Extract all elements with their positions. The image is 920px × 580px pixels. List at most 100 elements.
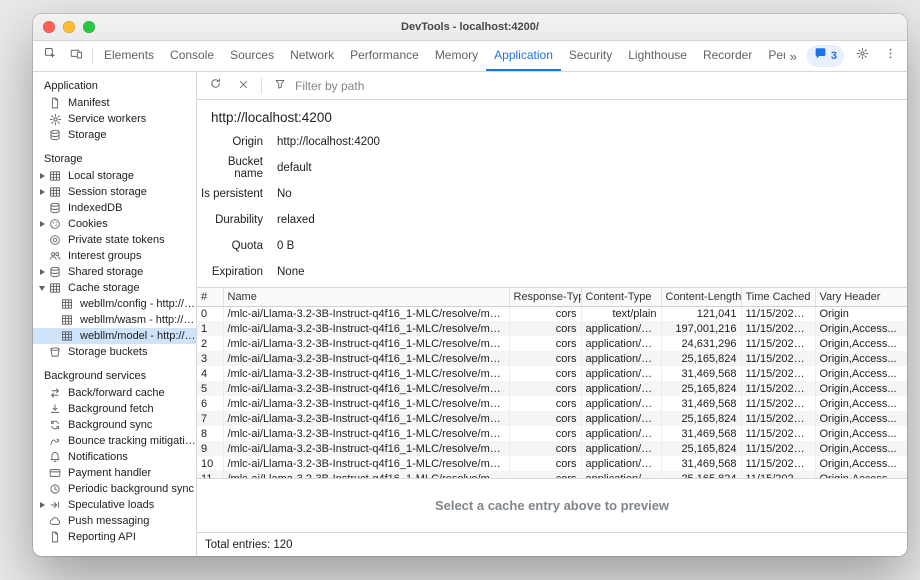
sidebar-item-session-storage[interactable]: Session storage — [33, 184, 196, 200]
cache-entry-row[interactable]: 4/mlc-ai/Llama-3.2-3B-Instruct-q4f16_1-M… — [197, 366, 907, 381]
column-header-name[interactable]: Name — [223, 288, 509, 306]
sidebar-section-title: Background services — [33, 367, 196, 385]
sidebar-item-label: IndexedDB — [68, 202, 122, 214]
cache-entry-row[interactable]: 3/mlc-ai/Llama-3.2-3B-Instruct-q4f16_1-M… — [197, 351, 907, 366]
tab-application[interactable]: Application — [486, 41, 561, 71]
speculative-icon — [47, 499, 63, 511]
tab-lighthouse[interactable]: Lighthouse — [620, 41, 695, 71]
sidebar-item-cache-storage[interactable]: Cache storage — [33, 280, 196, 296]
cache-entries-table-wrap[interactable]: #NameResponse-TypeContent-TypeContent-Le… — [197, 287, 907, 479]
tab-sources[interactable]: Sources — [222, 41, 282, 71]
sidebar-item-shared-storage[interactable]: Shared storage — [33, 264, 196, 280]
delete-selected-button[interactable] — [230, 74, 256, 98]
tab-performance-insights[interactable]: Performance insights — [760, 41, 784, 71]
cache-panel-body: http://localhost:4200 Originhttp://local… — [197, 100, 907, 532]
fetch-icon — [47, 403, 63, 415]
cache-entry-row[interactable]: 7/mlc-ai/Llama-3.2-3B-Instruct-q4f16_1-M… — [197, 411, 907, 426]
refresh-button[interactable] — [202, 74, 228, 98]
device-toolbar-button[interactable] — [63, 44, 89, 68]
zoom-window-button[interactable] — [83, 21, 95, 33]
sidebar-item-cookies[interactable]: Cookies — [33, 216, 196, 232]
tab-console[interactable]: Console — [162, 41, 222, 71]
bounce-icon — [47, 435, 63, 447]
cache-entry-row[interactable]: 10/mlc-ai/Llama-3.2-3B-Instruct-q4f16_1-… — [197, 456, 907, 471]
cell-content-length: 31,469,568 — [661, 366, 741, 381]
cache-entry-row[interactable]: 1/mlc-ai/Llama-3.2-3B-Instruct-q4f16_1-M… — [197, 321, 907, 336]
sidebar-item-webllm-wasm-http-loca[interactable]: webllm/wasm - http://loca... — [33, 312, 196, 328]
sidebar-item-webllm-config-http-loc[interactable]: webllm/config - http://loc... — [33, 296, 196, 312]
expander-right-icon[interactable] — [37, 189, 47, 195]
meta-label: Bucket name — [197, 156, 263, 180]
sidebar-item-push-messaging[interactable]: Push messaging — [33, 513, 196, 529]
panel-tabs: ElementsConsoleSourcesNetworkPerformance… — [96, 41, 785, 71]
sidebar-item-webllm-model-http-loc[interactable]: webllm/model - http://loc... — [33, 328, 196, 344]
cell-response-type: cors — [509, 471, 581, 479]
cell-content-length: 31,469,568 — [661, 426, 741, 441]
tab-memory[interactable]: Memory — [427, 41, 486, 71]
sidebar-item-background-fetch[interactable]: Background fetch — [33, 401, 196, 417]
sidebar-item-background-sync[interactable]: Background sync — [33, 417, 196, 433]
menu-button[interactable] — [877, 44, 903, 68]
sidebar-item-indexeddb[interactable]: IndexedDB — [33, 200, 196, 216]
sidebar-item-back-forward-cache[interactable]: Back/forward cache — [33, 385, 196, 401]
expander-right-icon[interactable] — [37, 269, 47, 275]
expander-down-icon[interactable] — [37, 286, 47, 291]
cache-entry-row[interactable]: 11/mlc-ai/Llama-3.2-3B-Instruct-q4f16_1-… — [197, 471, 907, 479]
column-header-response-type[interactable]: Response-Type — [509, 288, 581, 306]
column-header-index[interactable]: # — [197, 288, 223, 306]
settings-button[interactable] — [849, 44, 875, 68]
tab-performance[interactable]: Performance — [342, 41, 427, 71]
sidebar-item-local-storage[interactable]: Local storage — [33, 168, 196, 184]
sidebar-item-label: Reporting API — [68, 531, 136, 543]
sidebar-item-label: webllm/config - http://loc... — [80, 298, 196, 310]
bucket-icon — [47, 346, 63, 358]
cell-name: /mlc-ai/Llama-3.2-3B-Instruct-q4f16_1-ML… — [223, 336, 509, 351]
cell-time-cached: 11/15/2024, 10... — [741, 426, 815, 441]
cell-content-type: application/oc... — [581, 396, 661, 411]
cache-entry-row[interactable]: 5/mlc-ai/Llama-3.2-3B-Instruct-q4f16_1-M… — [197, 381, 907, 396]
sidebar-item-service-workers[interactable]: Service workers — [33, 111, 196, 127]
column-header-content-length[interactable]: Content-Length — [661, 288, 741, 306]
cache-entries-table: #NameResponse-TypeContent-TypeContent-Le… — [197, 288, 907, 479]
sidebar-item-reporting-api[interactable]: Reporting API — [33, 529, 196, 545]
grid-icon — [59, 298, 75, 310]
sidebar-item-label: webllm/wasm - http://loca... — [80, 314, 196, 326]
column-header-vary-header[interactable]: Vary Header — [815, 288, 907, 306]
cache-entry-row[interactable]: 2/mlc-ai/Llama-3.2-3B-Instruct-q4f16_1-M… — [197, 336, 907, 351]
sync-icon — [47, 419, 63, 431]
sidebar-item-manifest[interactable]: Manifest — [33, 95, 196, 111]
tab-label: Recorder — [703, 48, 752, 62]
filter-input[interactable] — [295, 79, 515, 93]
cell-name: /mlc-ai/Llama-3.2-3B-Instruct-q4f16_1-ML… — [223, 381, 509, 396]
tab-security[interactable]: Security — [561, 41, 620, 71]
sidebar-item-private-state-tokens[interactable]: Private state tokens — [33, 232, 196, 248]
sidebar-item-payment-handler[interactable]: Payment handler — [33, 465, 196, 481]
column-header-content-type[interactable]: Content-Type — [581, 288, 661, 306]
cache-entry-row[interactable]: 6/mlc-ai/Llama-3.2-3B-Instruct-q4f16_1-M… — [197, 396, 907, 411]
sidebar-item-interest-groups[interactable]: Interest groups — [33, 248, 196, 264]
sidebar-item-bounce-tracking-mitigations[interactable]: Bounce tracking mitigations — [33, 433, 196, 449]
close-window-button[interactable] — [43, 21, 55, 33]
inspect-element-button[interactable] — [37, 44, 63, 68]
sidebar-item-periodic-background-sync[interactable]: Periodic background sync — [33, 481, 196, 497]
cache-entry-row[interactable]: 9/mlc-ai/Llama-3.2-3B-Instruct-q4f16_1-M… — [197, 441, 907, 456]
inspect-icon — [44, 47, 57, 65]
expander-right-icon[interactable] — [37, 221, 47, 227]
minimize-window-button[interactable] — [63, 21, 75, 33]
sidebar-item-storage[interactable]: Storage — [33, 127, 196, 143]
cache-entry-row[interactable]: 0/mlc-ai/Llama-3.2-3B-Instruct-q4f16_1-M… — [197, 306, 907, 321]
column-header-time-cached[interactable]: Time Cached — [741, 288, 815, 306]
tab-recorder[interactable]: Recorder — [695, 41, 760, 71]
filter-button[interactable] — [267, 74, 293, 98]
tab-network[interactable]: Network — [282, 41, 342, 71]
expander-right-icon[interactable] — [37, 502, 47, 508]
cell-content-length: 25,165,824 — [661, 351, 741, 366]
sidebar-item-speculative-loads[interactable]: Speculative loads — [33, 497, 196, 513]
expander-right-icon[interactable] — [37, 173, 47, 179]
cache-entry-row[interactable]: 8/mlc-ai/Llama-3.2-3B-Instruct-q4f16_1-M… — [197, 426, 907, 441]
more-tabs-button[interactable]: » — [785, 49, 802, 64]
sidebar-item-notifications[interactable]: Notifications — [33, 449, 196, 465]
tab-elements[interactable]: Elements — [96, 41, 162, 71]
issues-badge[interactable]: 3 — [807, 45, 844, 67]
sidebar-item-storage-buckets[interactable]: Storage buckets — [33, 344, 196, 360]
